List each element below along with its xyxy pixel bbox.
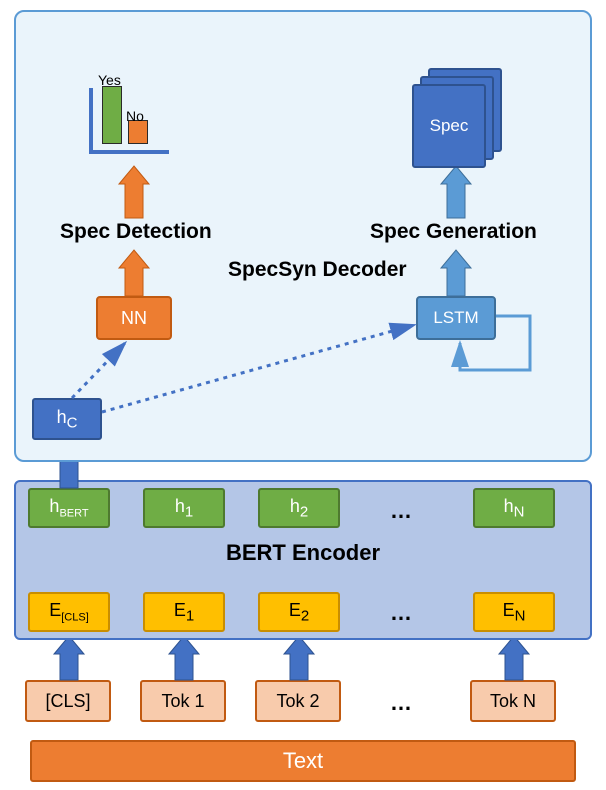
chart-bar-yes: [102, 86, 122, 144]
spec-detection-label: Spec Detection: [60, 220, 212, 244]
chart-yes-label: Yes: [98, 72, 121, 88]
arrow-gen-to-spec: [441, 166, 471, 218]
arrow-nn-to-det: [119, 250, 149, 296]
chart-y-axis: [89, 88, 93, 152]
spec-doc-stack: Spec: [410, 68, 488, 158]
chart-no-label: No: [126, 108, 144, 124]
arrow-det-to-chart: [119, 166, 149, 218]
spec-detection-mini-chart: Yes No: [80, 80, 170, 160]
spec-generation-label: Spec Generation: [370, 220, 537, 244]
spec-doc-label: Spec: [430, 116, 469, 136]
chart-x-axis: [89, 150, 169, 154]
arrow-lstm-to-gen: [441, 250, 471, 296]
